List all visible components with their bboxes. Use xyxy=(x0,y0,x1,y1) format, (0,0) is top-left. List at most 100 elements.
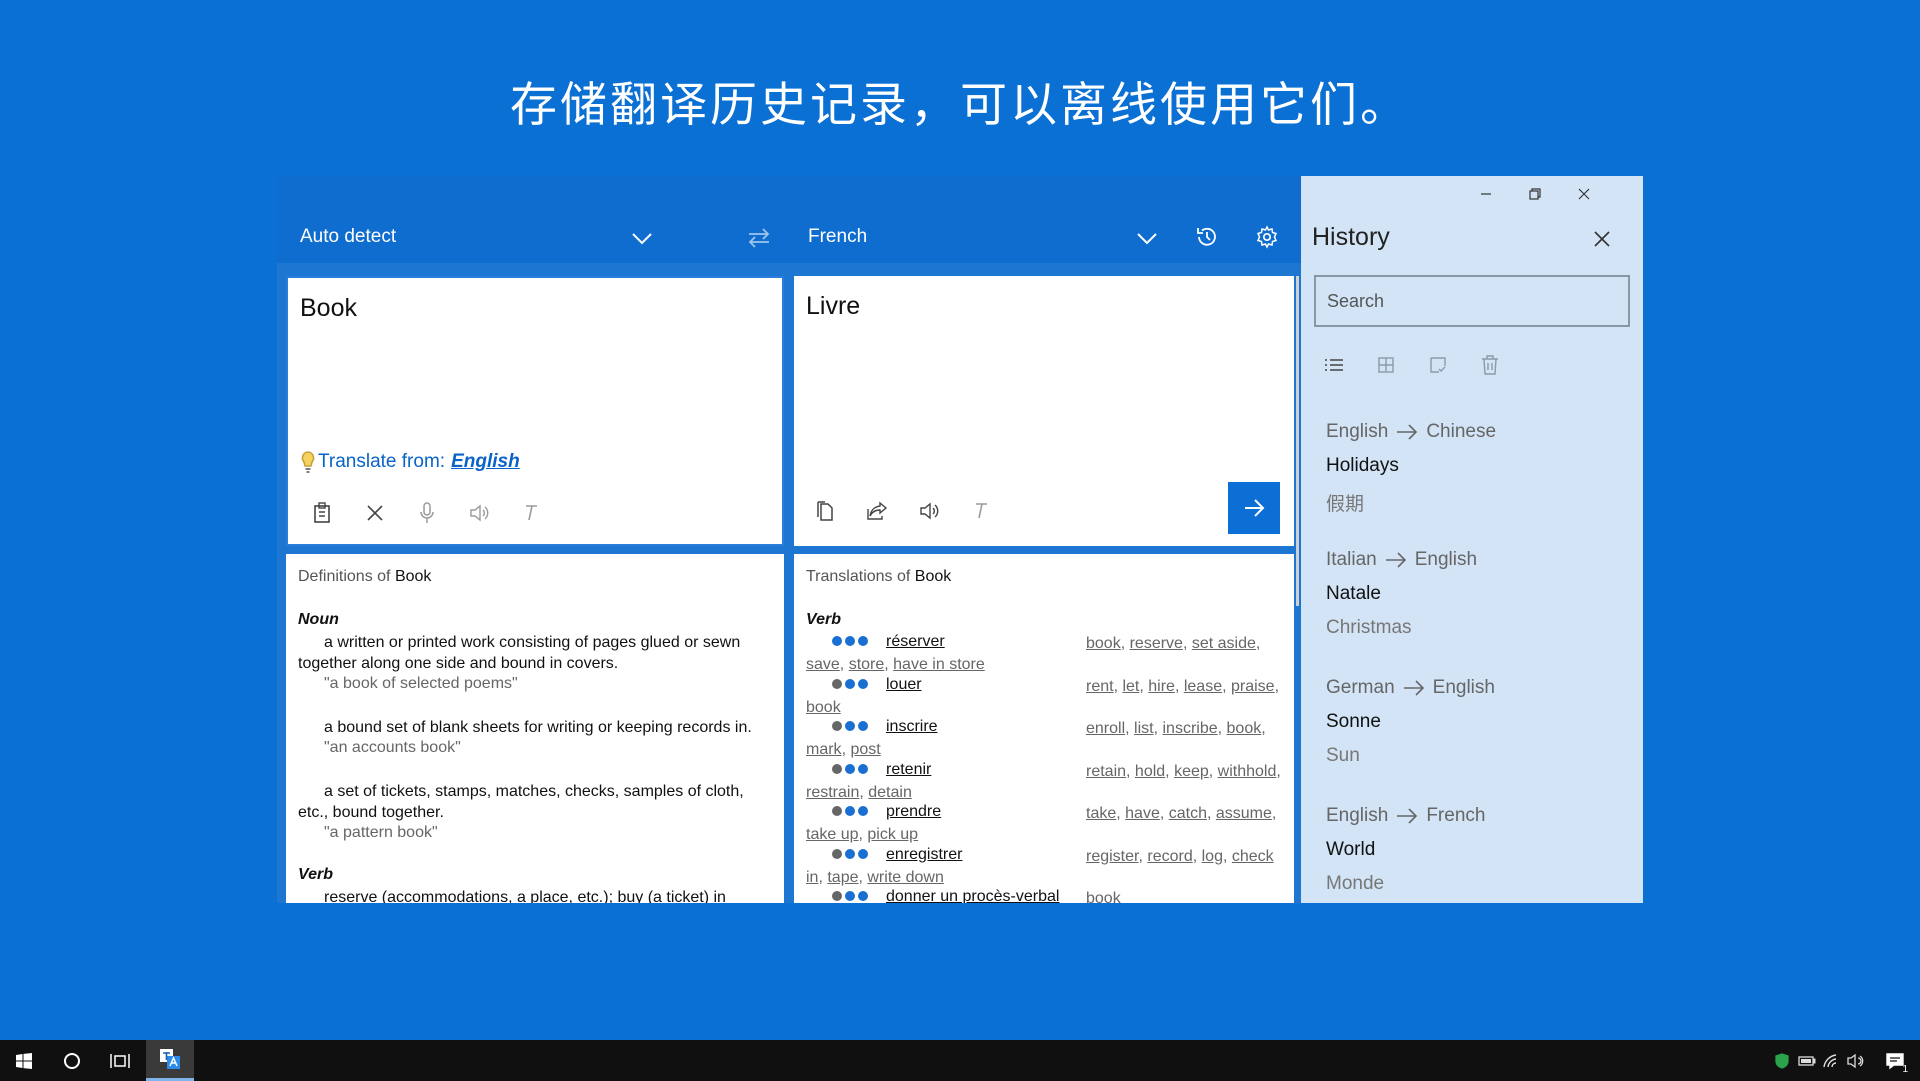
back-translation-link[interactable]: rent xyxy=(1086,678,1114,695)
copy-icon[interactable] xyxy=(808,494,842,528)
back-translation-link[interactable]: book xyxy=(1086,890,1121,903)
frequency-dot xyxy=(832,636,842,646)
close-window-icon[interactable] xyxy=(1569,184,1599,204)
back-translation-link[interactable]: reserve xyxy=(1130,635,1183,652)
back-translation-link[interactable]: restrain xyxy=(806,784,859,801)
back-translation-link[interactable]: log xyxy=(1202,848,1223,865)
translate-arrow-button[interactable] xyxy=(1228,482,1280,534)
translation-word-link[interactable]: enregistrer xyxy=(886,845,963,864)
suggestion-language-link[interactable]: English xyxy=(451,451,520,473)
to-language: Chinese xyxy=(1426,421,1497,442)
arrow-right-icon xyxy=(1385,552,1406,568)
back-translation-link[interactable]: have xyxy=(1125,805,1160,822)
back-translation-link[interactable]: catch xyxy=(1169,805,1207,822)
clear-icon[interactable] xyxy=(358,496,392,530)
back-translation-link[interactable]: write down xyxy=(867,869,943,886)
back-translation-link[interactable]: let xyxy=(1122,678,1139,695)
paste-icon[interactable] xyxy=(306,496,340,530)
close-icon[interactable] xyxy=(1589,226,1615,252)
source-text[interactable]: Book xyxy=(300,294,357,323)
swap-icon[interactable] xyxy=(744,223,774,253)
back-translation-link[interactable]: hold xyxy=(1135,763,1165,780)
minimize-icon[interactable] xyxy=(1471,184,1501,204)
scrollbar[interactable] xyxy=(1296,276,1299,606)
back-translation-link[interactable]: tape xyxy=(827,869,858,886)
frequency-indicator xyxy=(832,806,868,816)
translation-word-link[interactable]: réserver xyxy=(886,633,945,651)
frequency-dot xyxy=(832,891,842,901)
delete-icon[interactable] xyxy=(1477,352,1503,378)
notification-icon[interactable]: 1 xyxy=(1880,1040,1910,1081)
back-translation-link[interactable]: enroll xyxy=(1086,720,1125,737)
source-language-select[interactable]: Auto detect xyxy=(300,226,396,248)
shield-icon[interactable] xyxy=(1771,1040,1793,1081)
font-icon[interactable] xyxy=(964,494,998,528)
back-translation-link[interactable]: praise xyxy=(1231,678,1275,695)
definition-text: a bound set of blank sheets for writing … xyxy=(324,719,752,736)
target-language-select[interactable]: French xyxy=(808,226,867,248)
back-translation-link[interactable]: post xyxy=(850,741,880,758)
back-translation-link[interactable]: lease xyxy=(1184,678,1222,695)
history-item[interactable]: English Chinese Holidays 假期 xyxy=(1326,421,1626,541)
back-translations: take, have, catch, assume, take up, pick… xyxy=(806,805,1277,843)
microphone-icon[interactable] xyxy=(410,496,444,530)
back-translation-link[interactable]: list xyxy=(1134,720,1154,737)
translator-app-icon[interactable] xyxy=(146,1040,194,1081)
select-icon[interactable] xyxy=(1425,352,1451,378)
back-translation-link[interactable]: inscribe xyxy=(1162,720,1217,737)
font-icon[interactable] xyxy=(514,496,548,530)
back-translation-link[interactable]: record xyxy=(1147,848,1192,865)
chevron-down-icon[interactable] xyxy=(627,224,657,254)
back-translation-link[interactable]: book xyxy=(1086,635,1121,652)
back-translation-link[interactable]: retain xyxy=(1086,763,1126,780)
translation-word-link[interactable]: louer xyxy=(886,675,922,694)
back-translation-link[interactable]: have in store xyxy=(893,656,985,673)
history-source-text: Sonne xyxy=(1326,711,1381,732)
back-translation-link[interactable]: mark xyxy=(806,741,842,758)
back-translation-link[interactable]: keep xyxy=(1174,763,1209,780)
back-translation-link[interactable]: take up xyxy=(806,826,858,843)
history-item[interactable]: English French World Monde xyxy=(1326,805,1626,903)
history-item[interactable]: German English Sonne Sun xyxy=(1326,677,1626,797)
list-view-icon[interactable] xyxy=(1321,352,1347,378)
battery-icon[interactable] xyxy=(1796,1040,1818,1081)
restore-icon[interactable] xyxy=(1520,184,1550,204)
back-translation-link[interactable]: hire xyxy=(1148,678,1175,695)
windows-start-icon[interactable] xyxy=(0,1040,48,1081)
speaker-icon[interactable] xyxy=(912,494,946,528)
translation-word-link[interactable]: inscrire xyxy=(886,718,938,736)
translation-word-link[interactable]: prendre xyxy=(886,803,942,821)
frequency-dot xyxy=(858,848,868,859)
cortana-icon[interactable] xyxy=(48,1040,96,1081)
translation-word-link[interactable]: donner un procès-verbal xyxy=(886,888,1060,903)
share-icon[interactable] xyxy=(860,494,894,528)
back-translation-link[interactable]: book xyxy=(1227,720,1262,737)
back-translation-link[interactable]: store xyxy=(849,656,885,673)
back-translations: rent, let, hire, lease, praise, book xyxy=(806,677,1280,716)
task-view-icon[interactable] xyxy=(96,1040,144,1081)
frequency-dot xyxy=(845,763,855,774)
frequency-dot xyxy=(845,806,855,816)
frequency-dot xyxy=(832,763,842,774)
speaker-icon[interactable] xyxy=(462,496,496,530)
chevron-down-icon[interactable] xyxy=(1132,224,1162,254)
language-bar: Auto detect French xyxy=(277,176,1301,263)
back-translation-link[interactable]: book xyxy=(806,699,841,716)
back-translation-link[interactable]: withhold xyxy=(1218,763,1277,780)
history-icon[interactable] xyxy=(1192,222,1222,252)
volume-icon[interactable] xyxy=(1844,1040,1866,1081)
back-translation-link[interactable]: take xyxy=(1086,805,1116,822)
back-translation-link[interactable]: detain xyxy=(868,784,912,801)
grid-view-icon[interactable] xyxy=(1373,352,1399,378)
translation-word-link[interactable]: retenir xyxy=(886,760,932,779)
wifi-icon[interactable] xyxy=(1821,1040,1843,1081)
source-text-box[interactable]: Book Translate from: English xyxy=(286,276,784,546)
history-search-input[interactable] xyxy=(1314,275,1630,327)
back-translation-link[interactable]: set aside xyxy=(1192,635,1256,652)
back-translation-link[interactable]: save xyxy=(806,656,840,673)
back-translation-link[interactable]: register xyxy=(1086,848,1138,865)
back-translation-link[interactable]: assume xyxy=(1216,805,1272,822)
back-translation-link[interactable]: pick up xyxy=(867,826,918,843)
settings-gear-icon[interactable] xyxy=(1252,222,1282,252)
history-item[interactable]: Italian English Natale Christmas xyxy=(1326,549,1626,669)
